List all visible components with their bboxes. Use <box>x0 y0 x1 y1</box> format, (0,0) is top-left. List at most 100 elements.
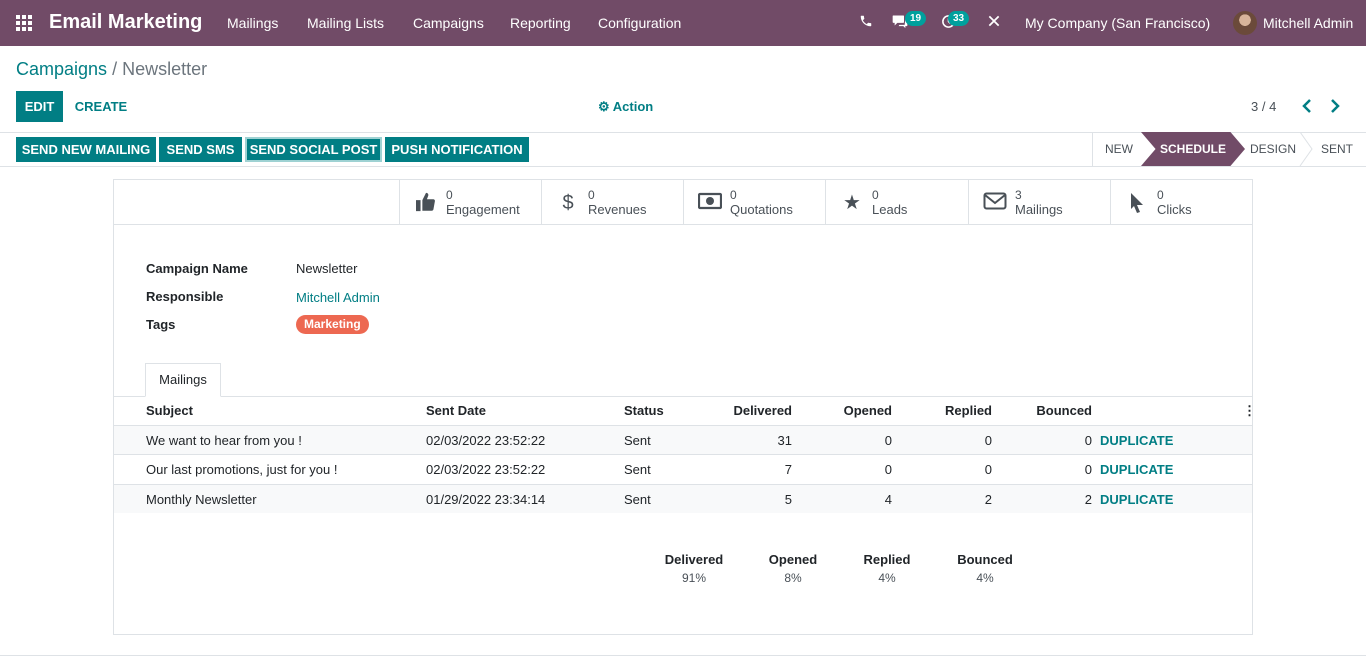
total-replied: Replied 4% <box>847 552 927 585</box>
breadcrumb: Campaigns / Newsletter <box>16 59 207 80</box>
header-bottom-border <box>0 166 1366 167</box>
row-opened: 0 <box>884 462 892 477</box>
menu-mailing-lists[interactable]: Mailing Lists <box>307 15 384 31</box>
duplicate-button[interactable]: Duplicate <box>1100 462 1173 477</box>
tags-label: Tags <box>146 317 176 332</box>
app-name[interactable]: Email Marketing <box>49 11 202 34</box>
quotations-value: 0 <box>730 188 737 202</box>
action-label: Action <box>612 99 654 114</box>
table-row[interactable]: Monthly Newsletter 01/29/2022 23:34:14 S… <box>114 484 1252 513</box>
tab-mailings[interactable]: Mailings <box>145 363 221 397</box>
menu-mailings[interactable]: Mailings <box>227 15 278 31</box>
breadcrumb-separator: / <box>112 59 118 79</box>
create-button[interactable]: Create <box>70 91 132 122</box>
mailings-stat-button[interactable]: 3 Mailings <box>968 180 1111 224</box>
column-delivered[interactable]: Delivered <box>712 403 792 418</box>
quotations-stat-button[interactable]: 0 Quotations <box>683 180 826 224</box>
responsible-field[interactable]: Mitchell Admin <box>296 290 380 305</box>
page-bottom-border <box>0 655 1366 656</box>
row-subject: We want to hear from you ! <box>146 433 302 448</box>
campaign-stage-bar: New Schedule Design Sent <box>1092 132 1366 166</box>
column-status[interactable]: Status <box>624 403 664 418</box>
phone-icon[interactable] <box>857 14 875 32</box>
mailings-label: Mailings <box>1015 202 1063 217</box>
send-social-post-button[interactable]: Send Social Post <box>245 137 382 162</box>
row-delivered: 5 <box>784 492 792 507</box>
edit-button[interactable]: Edit <box>16 91 63 122</box>
campaign-name-field[interactable]: Newsletter <box>296 261 357 276</box>
row-replied: 0 <box>984 462 992 477</box>
row-delivered: 31 <box>777 433 792 448</box>
stage-design[interactable]: Design <box>1245 132 1301 166</box>
send-sms-button[interactable]: Send SMS <box>159 137 242 162</box>
clicks-stat-button[interactable]: 0 Clicks <box>1110 180 1253 224</box>
leads-stat-button[interactable]: ★ 0 Leads <box>825 180 968 224</box>
total-delivered-value: 91% <box>681 571 707 585</box>
campaign-name-label: Campaign Name <box>146 261 248 276</box>
table-row[interactable]: We want to hear from you ! 02/03/2022 23… <box>114 425 1252 454</box>
tag-marketing[interactable]: Marketing <box>296 315 369 334</box>
total-replied-value: 4% <box>878 571 896 585</box>
clicks-label: Clicks <box>1157 202 1192 217</box>
optional-columns-icon[interactable]: ⋮ <box>1243 403 1256 419</box>
total-delivered: Delivered 91% <box>654 552 734 585</box>
row-sent-date: 02/03/2022 23:52:22 <box>426 462 546 477</box>
mailings-value: 3 <box>1015 188 1022 202</box>
engagement-stat-button[interactable]: 0 Engagement <box>399 180 542 224</box>
total-opened: Opened 8% <box>753 552 833 585</box>
menu-reporting[interactable]: Reporting <box>510 15 571 31</box>
user-avatar[interactable] <box>1233 11 1257 35</box>
menu-campaigns[interactable]: Campaigns <box>413 15 484 31</box>
row-opened: 4 <box>884 492 892 507</box>
stage-sent[interactable]: Sent <box>1311 132 1363 166</box>
dollar-icon: $ <box>562 192 574 214</box>
column-bounced[interactable]: Bounced <box>1012 403 1092 418</box>
revenues-stat-button[interactable]: $ 0 Revenues <box>541 180 684 224</box>
gear-icon: ⚙ <box>598 99 613 114</box>
push-notification-button[interactable]: Push Notification <box>385 137 529 162</box>
column-subject[interactable]: Subject <box>146 403 193 418</box>
smart-buttons-bar: 0 Engagement $ 0 Revenues 0 Quotations ★… <box>114 180 1252 225</box>
row-status: Sent <box>624 492 651 507</box>
row-sent-date: 02/03/2022 23:52:22 <box>426 433 546 448</box>
row-bounced: 0 <box>1084 433 1092 448</box>
row-status: Sent <box>624 433 651 448</box>
company-switcher[interactable]: My Company (San Francisco) <box>1025 15 1210 31</box>
apps-grid-icon[interactable] <box>16 15 32 31</box>
total-bounced-label: Bounced <box>957 552 1013 567</box>
total-delivered-label: Delivered <box>664 552 724 567</box>
action-menu[interactable]: ⚙ Action <box>598 99 653 115</box>
form-sheet: 0 Engagement $ 0 Revenues 0 Quotations ★… <box>113 179 1256 635</box>
column-opened[interactable]: Opened <box>812 403 892 418</box>
send-new-mailing-button[interactable]: Send New Mailing <box>16 137 156 162</box>
messages-count-badge: 19 <box>905 11 927 26</box>
star-icon: ★ <box>843 192 861 214</box>
revenues-label: Revenues <box>588 202 647 217</box>
clicks-value: 0 <box>1157 188 1164 202</box>
engagement-value: 0 <box>446 188 453 202</box>
row-bounced: 2 <box>1084 492 1092 507</box>
engagement-label: Engagement <box>446 202 520 217</box>
row-replied: 0 <box>984 433 992 448</box>
revenues-value: 0 <box>588 188 595 202</box>
pager-value[interactable]: 3 / 4 <box>1251 99 1276 114</box>
breadcrumb-campaigns[interactable]: Campaigns <box>16 59 107 79</box>
menu-configuration[interactable]: Configuration <box>598 15 681 31</box>
column-sent-date[interactable]: Sent Date <box>426 403 486 418</box>
quotations-label: Quotations <box>730 202 793 217</box>
duplicate-button[interactable]: Duplicate <box>1100 492 1173 507</box>
row-subject: Our last promotions, just for you ! <box>146 462 338 477</box>
table-row[interactable]: Our last promotions, just for you ! 02/0… <box>114 454 1252 483</box>
stage-new[interactable]: New <box>1093 132 1145 166</box>
pager-next-icon[interactable] <box>1330 98 1340 118</box>
debug-tools-icon[interactable] <box>985 14 1003 32</box>
column-replied[interactable]: Replied <box>912 403 992 418</box>
duplicate-button[interactable]: Duplicate <box>1100 433 1173 448</box>
cursor-icon <box>1125 192 1149 214</box>
pager-previous-icon[interactable] <box>1302 98 1312 118</box>
row-replied: 2 <box>984 492 992 507</box>
thumbs-up-icon <box>414 192 438 214</box>
total-replied-label: Replied <box>863 552 911 567</box>
user-menu[interactable]: Mitchell Admin <box>1263 15 1353 31</box>
stage-schedule[interactable]: Schedule <box>1141 132 1245 166</box>
